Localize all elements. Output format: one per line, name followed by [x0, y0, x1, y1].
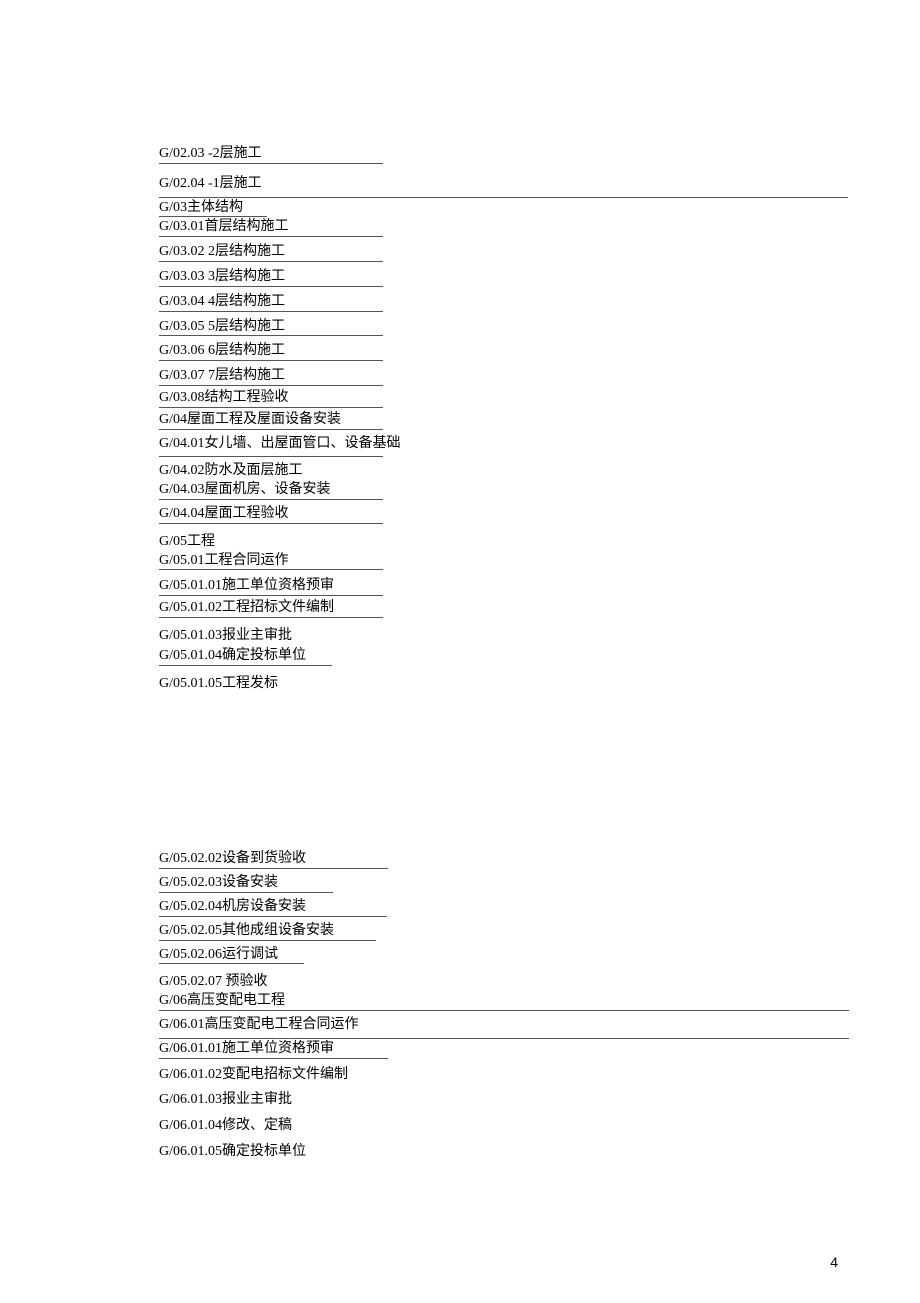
outline-item: G/05.01.04确定投标单位	[159, 648, 332, 666]
outline-item: G/03.04 4层结构施工	[159, 294, 383, 312]
document-page: G/02.03 -2层施工 G/02.04 -1层施工 G/03主体结构 G/0…	[0, 0, 920, 1165]
outline-item: G/05.01.02工程招标文件编制	[159, 600, 383, 618]
outline-item: G/02.03 -2层施工	[159, 146, 383, 164]
outline-item: G/04屋面工程及屋面设备安装	[159, 412, 383, 430]
outline-item: G/05.02.06运行调试	[159, 947, 304, 965]
outline-item: G/05.01.03报业主审批	[159, 628, 292, 643]
outline-item: G/05.01.05工程发标	[159, 676, 278, 691]
page-number: 4	[830, 1254, 838, 1270]
outline-item: G/06.01.04修改、定稿	[159, 1118, 292, 1133]
outline-item: G/04.03屋面机房、设备安装	[159, 482, 383, 500]
outline-item: G/03.02 2层结构施工	[159, 244, 383, 262]
outline-item: G/04.02防水及面层施工	[159, 463, 303, 478]
outline-item: G/06.01.03报业主审批	[159, 1092, 292, 1107]
outline-item: G/03主体结构	[159, 200, 267, 218]
outline-item: G/03.06 6层结构施工	[159, 343, 383, 361]
outline-item: G/04.04屋面工程验收	[159, 506, 383, 524]
outline-item: G/02.04 -1层施工	[159, 176, 262, 191]
outline-item: G/05.02.05其他成组设备安装	[159, 923, 376, 941]
outline-item: G/05.01工程合同运作	[159, 553, 383, 571]
outline-item: G/06高压变配电工程	[159, 993, 849, 1011]
outline-item: G/03.05 5层结构施工	[159, 319, 383, 337]
outline-item: G/05.01.01施工单位资格预审	[159, 578, 383, 596]
outline-item: G/06.01.01施工单位资格预审	[159, 1041, 388, 1059]
outline-item: G/03.03 3层结构施工	[159, 269, 383, 287]
outline-item: G/05.02.03设备安装	[159, 875, 333, 893]
outline-item: G/04.01女儿墙、出屋面管口、设备基础	[159, 436, 401, 451]
outline-item: G/03.07 7层结构施工	[159, 368, 383, 386]
outline-item: G/06.01.05确定投标单位	[159, 1144, 306, 1159]
outline-item: G/06.01.02变配电招标文件编制	[159, 1067, 348, 1082]
outline-item: G/05.02.07 预验收	[159, 974, 268, 989]
outline-item: G/05.02.02设备到货验收	[159, 851, 388, 869]
outline-item: G/03.01首层结构施工	[159, 219, 383, 237]
outline-item: G/05工程	[159, 534, 215, 549]
outline-item: G/03.08结构工程验收	[159, 390, 383, 408]
outline-item: G/06.01高压变配电工程合同运作	[159, 1017, 359, 1032]
outline-item: G/05.02.04机房设备安装	[159, 899, 387, 917]
